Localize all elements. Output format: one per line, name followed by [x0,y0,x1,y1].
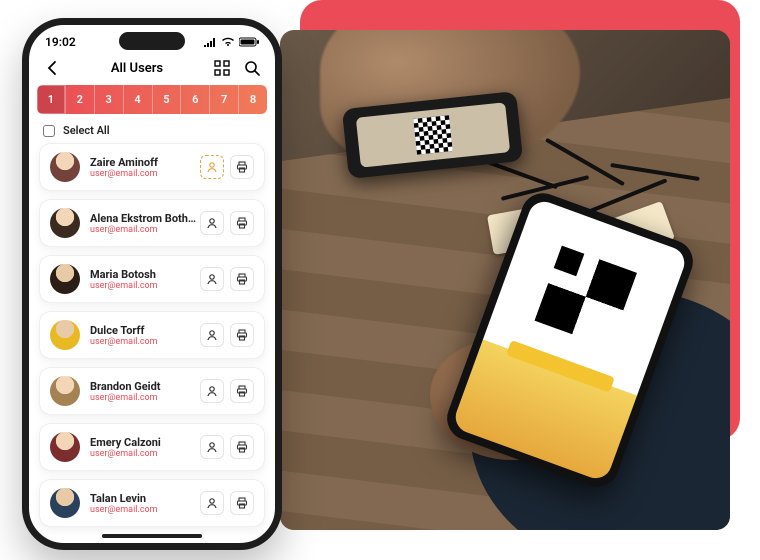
profile-action[interactable] [200,379,224,403]
user-email: user@email.com [90,505,200,515]
user-email: user@email.com [90,393,200,403]
avatar [50,320,80,350]
print-action[interactable] [230,211,254,235]
profile-action[interactable] [200,323,224,347]
user-email: user@email.com [90,281,200,291]
page-title: All Users [111,61,163,76]
user-name: Alena Ekstrom Bothman [90,212,200,225]
pagination: 1 2 3 4 5 6 7 8 [37,85,267,114]
print-action[interactable] [230,155,254,179]
hero-photo [280,30,730,530]
qr-scan-button[interactable] [213,59,231,77]
page-7[interactable]: 7 [210,85,239,114]
user-name: Emery Calzoni [90,436,200,449]
print-action[interactable] [230,267,254,291]
device-notch [119,32,185,50]
qr-preview-icon [413,115,453,155]
user-email: user@email.com [90,225,200,235]
page-6[interactable]: 6 [181,85,210,114]
profile-action[interactable] [200,211,224,235]
back-button[interactable] [43,59,61,77]
clock: 19:02 [45,35,76,49]
user-email: user@email.com [90,337,200,347]
user-name: Talan Levin [90,492,200,505]
profile-action[interactable] [200,267,224,291]
wifi-icon [221,37,235,47]
avatar [50,264,80,294]
phone-mockup: 19:02 All Users 1 2 [22,18,282,550]
user-row[interactable]: Dulce Torff user@email.com [39,311,265,359]
page-2[interactable]: 2 [66,85,95,114]
print-action[interactable] [230,379,254,403]
avatar [50,488,80,518]
avatar [50,432,80,462]
page-5[interactable]: 5 [153,85,182,114]
user-row[interactable]: Alena Ekstrom Bothman user@email.com [39,199,265,247]
user-row[interactable]: Talan Levin user@email.com [39,479,265,527]
home-indicator [102,534,202,538]
print-action[interactable] [230,323,254,347]
user-list: Zaire Aminoff user@email.com Alena Ekstr… [29,143,275,527]
user-row[interactable]: Zaire Aminoff user@email.com [39,143,265,191]
page-8[interactable]: 8 [239,85,267,114]
select-all-checkbox[interactable] [43,125,55,137]
user-name: Zaire Aminoff [90,156,200,169]
page-4[interactable]: 4 [124,85,153,114]
profile-action[interactable] [200,491,224,515]
user-row[interactable]: Brandon Geidt user@email.com [39,367,265,415]
battery-icon [239,37,259,47]
signal-icon [203,37,217,47]
user-row[interactable]: Emery Calzoni user@email.com [39,423,265,471]
avatar [50,208,80,238]
qr-code-icon [524,235,647,358]
user-row[interactable]: Maria Botosh user@email.com [39,255,265,303]
user-name: Maria Botosh [90,268,200,281]
search-button[interactable] [243,59,261,77]
user-email: user@email.com [90,449,200,459]
page-3[interactable]: 3 [95,85,124,114]
profile-action[interactable] [200,155,224,179]
avatar [50,376,80,406]
print-action[interactable] [230,435,254,459]
select-all-label: Select All [63,124,110,137]
user-name: Brandon Geidt [90,380,200,393]
user-email: user@email.com [90,169,200,179]
page-1[interactable]: 1 [37,85,66,114]
avatar [50,152,80,182]
user-name: Dulce Torff [90,324,200,337]
print-action[interactable] [230,491,254,515]
profile-action[interactable] [200,435,224,459]
